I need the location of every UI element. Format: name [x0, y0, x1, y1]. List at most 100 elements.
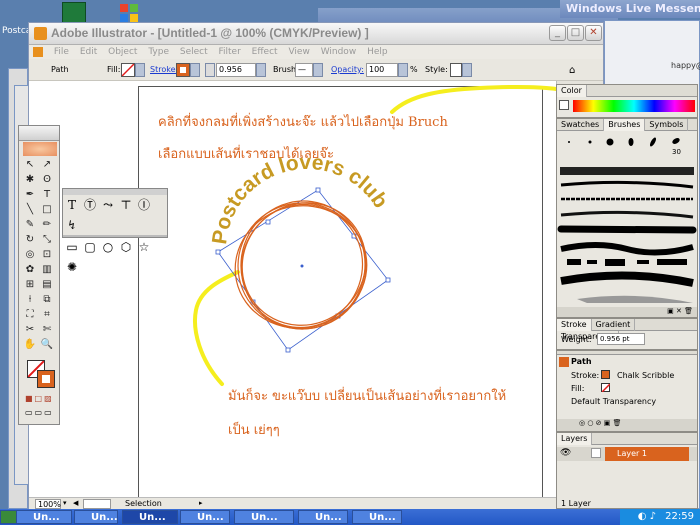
appearance-stroke-value[interactable]: Chalk Scribble [617, 371, 674, 380]
tab-symbols[interactable]: Symbols [645, 119, 689, 131]
brushes-panel-footer[interactable]: ▣ ✕ 🗑 [557, 307, 697, 317]
layers-panel-tabs: Layers [557, 433, 697, 445]
appearance-panel-tabs [557, 351, 697, 355]
tray-icons[interactable]: ◐ ♪ [638, 511, 656, 522]
brushes-panel-tabs: Swatches Brushes Symbols [557, 119, 697, 131]
illustrator-flower-logo [23, 142, 57, 156]
stroke-panel-tabs: Stroke GradientTransparency [557, 319, 697, 343]
task-button[interactable]: Un... [234, 510, 294, 524]
eyedropper-tool-icon[interactable]: ⍿ [22, 293, 38, 307]
paintbrush-tool-icon[interactable]: ✎ [22, 218, 38, 232]
selection-tool-icon[interactable]: ↖ [22, 158, 38, 172]
stroke-panel: Stroke GradientTransparency Weight: 0.956… [556, 318, 698, 350]
brushes-panel: Swatches Brushes Symbols 30 ▣ ✕ 🗑 [556, 118, 698, 318]
appearance-stroke-swatch[interactable] [601, 370, 610, 379]
tools-panel: ↖ ↗ ✱ ʘ ✒ T ╲ □ ✎ ✏ ↻ ⤡ ◎ ⊡ ✿ ▥ ⊞ ▤ ⍿ ⧉ ⛶ ⌗ ✂ ✄ ✋ 🔍 ■… [18, 125, 60, 425]
rounded-rectangle-icon[interactable]: ▢ [82, 239, 98, 255]
task-button[interactable]: Un... [16, 510, 72, 524]
tool-grid: ↖ ↗ ✱ ʘ ✒ T ╲ □ ✎ ✏ ↻ ⤡ ◎ ⊡ ✿ ▥ ⊞ ▤ ⍿ ⧉ ⛶ ⌗ ✂ ✄ ✋ 🔍 [22, 158, 58, 353]
flare-shape-icon[interactable]: ✺ [64, 259, 80, 275]
tab-brushes[interactable]: Brushes [604, 119, 646, 131]
tab-color[interactable]: Color [557, 85, 587, 97]
bbox-handle[interactable] [285, 347, 291, 353]
magic-wand-tool-icon[interactable]: ✱ [22, 173, 38, 187]
vertical-area-type-tool-icon[interactable]: Ⓘ [136, 197, 152, 213]
brush-list[interactable]: 30 [557, 133, 697, 319]
blend-tool-icon[interactable]: ⧉ [39, 293, 55, 307]
task-button[interactable]: Un... [352, 510, 402, 524]
stroke-color-box[interactable] [37, 370, 55, 388]
task-button-active[interactable]: Un... [122, 510, 178, 524]
type-flyout-header[interactable] [63, 189, 167, 195]
tab-gradient[interactable]: Gradient [592, 319, 636, 331]
live-paint-tool-icon[interactable]: ⛶ [22, 308, 38, 322]
tab-swatches[interactable]: Swatches [557, 119, 605, 131]
ellipse-shape-icon[interactable]: ○ [100, 239, 116, 255]
task-button[interactable]: Un... [180, 510, 230, 524]
curved-title-text: Postcard lovers club [208, 151, 392, 246]
tab-layers[interactable]: Layers [557, 433, 593, 445]
layers-panel: Layers 👁 Layer 1 1 Layer [556, 432, 698, 509]
appearance-title: Path [571, 357, 592, 366]
weight-input[interactable]: 0.956 pt [597, 333, 645, 345]
area-type-tool-icon[interactable]: Ⓣ [82, 197, 98, 213]
layers-count: 1 Layer [561, 499, 591, 508]
color-spectrum[interactable] [573, 100, 695, 112]
layer-row[interactable]: 👁 Layer 1 [557, 447, 697, 461]
graph-tool-icon[interactable]: ▥ [39, 263, 55, 277]
bbox-handle[interactable] [385, 277, 391, 283]
direct-selection-tool-icon[interactable]: ↗ [39, 158, 55, 172]
line-tool-icon[interactable]: ╲ [22, 203, 38, 217]
pencil-tool-icon[interactable]: ✏ [39, 218, 55, 232]
svg-text:30: 30 [672, 148, 681, 156]
bbox-handle[interactable] [265, 219, 271, 225]
layer-visibility-icon[interactable]: 👁 [560, 448, 571, 458]
layer-name[interactable]: Layer 1 [605, 447, 689, 461]
taskbar: Un... Un... Un... Un... Un... Un... Un..… [0, 509, 700, 525]
hand-tool-icon[interactable]: ✋ [22, 338, 38, 352]
highlight-stroke-bottom [193, 270, 240, 386]
lasso-tool-icon[interactable]: ʘ [39, 173, 55, 187]
pen-tool-icon[interactable]: ✒ [22, 188, 38, 202]
type-tools-flyout: T Ⓣ ⤳ ⊤ Ⓘ ↯ ▭ ▢ ○ ⬡ ☆ ✺ [62, 188, 168, 274]
tab-stroke[interactable]: Stroke [557, 319, 592, 331]
weight-label: Weight: [561, 335, 592, 344]
appearance-fill-label: Fill: [571, 384, 585, 393]
bbox-handle[interactable] [215, 249, 221, 255]
type-on-path-tool-icon[interactable]: ⤳ [100, 197, 116, 213]
center-point [300, 264, 304, 268]
appearance-footer[interactable]: ◎ ○ ⊘ ▣ 🗑 [557, 419, 697, 431]
task-button[interactable]: Un... [298, 510, 348, 524]
type-tool-icon[interactable]: T [39, 188, 55, 202]
warp-tool-icon[interactable]: ◎ [22, 248, 38, 262]
free-transform-tool-icon[interactable]: ⊡ [39, 248, 55, 262]
zoom-tool-icon[interactable]: 🔍 [39, 338, 55, 352]
tools-panel-header[interactable] [19, 126, 59, 141]
star-shape-icon[interactable]: ☆ [136, 239, 152, 255]
slice-tool-icon[interactable]: ✂ [22, 323, 38, 337]
path-thumbnail-icon [559, 357, 569, 367]
scale-tool-icon[interactable]: ⤡ [39, 233, 55, 247]
polygon-shape-icon[interactable]: ⬡ [118, 239, 134, 255]
screen-mode-buttons[interactable]: ▭▭▭ [25, 408, 55, 418]
vertical-type-tool-icon[interactable]: ⊤ [118, 197, 134, 213]
crop-tool-icon[interactable]: ⌗ [39, 308, 55, 322]
rectangle-shape-icon[interactable]: ▭ [64, 239, 80, 255]
rotate-tool-icon[interactable]: ↻ [22, 233, 38, 247]
color-mode-buttons[interactable]: ■□▨ [25, 394, 55, 404]
mesh-tool-icon[interactable]: ⊞ [22, 278, 38, 292]
vertical-path-type-tool-icon[interactable]: ↯ [64, 217, 80, 233]
task-button[interactable]: Un... [74, 510, 118, 524]
color-fill-indicator[interactable] [559, 100, 569, 110]
appearance-transparency: Default Transparency [571, 397, 657, 406]
gradient-tool-icon[interactable]: ▤ [39, 278, 55, 292]
appearance-stroke-label: Stroke: [571, 371, 600, 380]
layer-thumbnail [591, 448, 601, 458]
bbox-handle[interactable] [315, 187, 321, 193]
rectangle-tool-icon[interactable]: □ [39, 203, 55, 217]
appearance-fill-swatch[interactable] [601, 383, 611, 393]
type-tool-icon[interactable]: T [64, 197, 80, 213]
scissors-tool-icon[interactable]: ✄ [39, 323, 55, 337]
symbol-sprayer-tool-icon[interactable]: ✿ [22, 263, 38, 277]
color-panel: Color [556, 84, 698, 118]
